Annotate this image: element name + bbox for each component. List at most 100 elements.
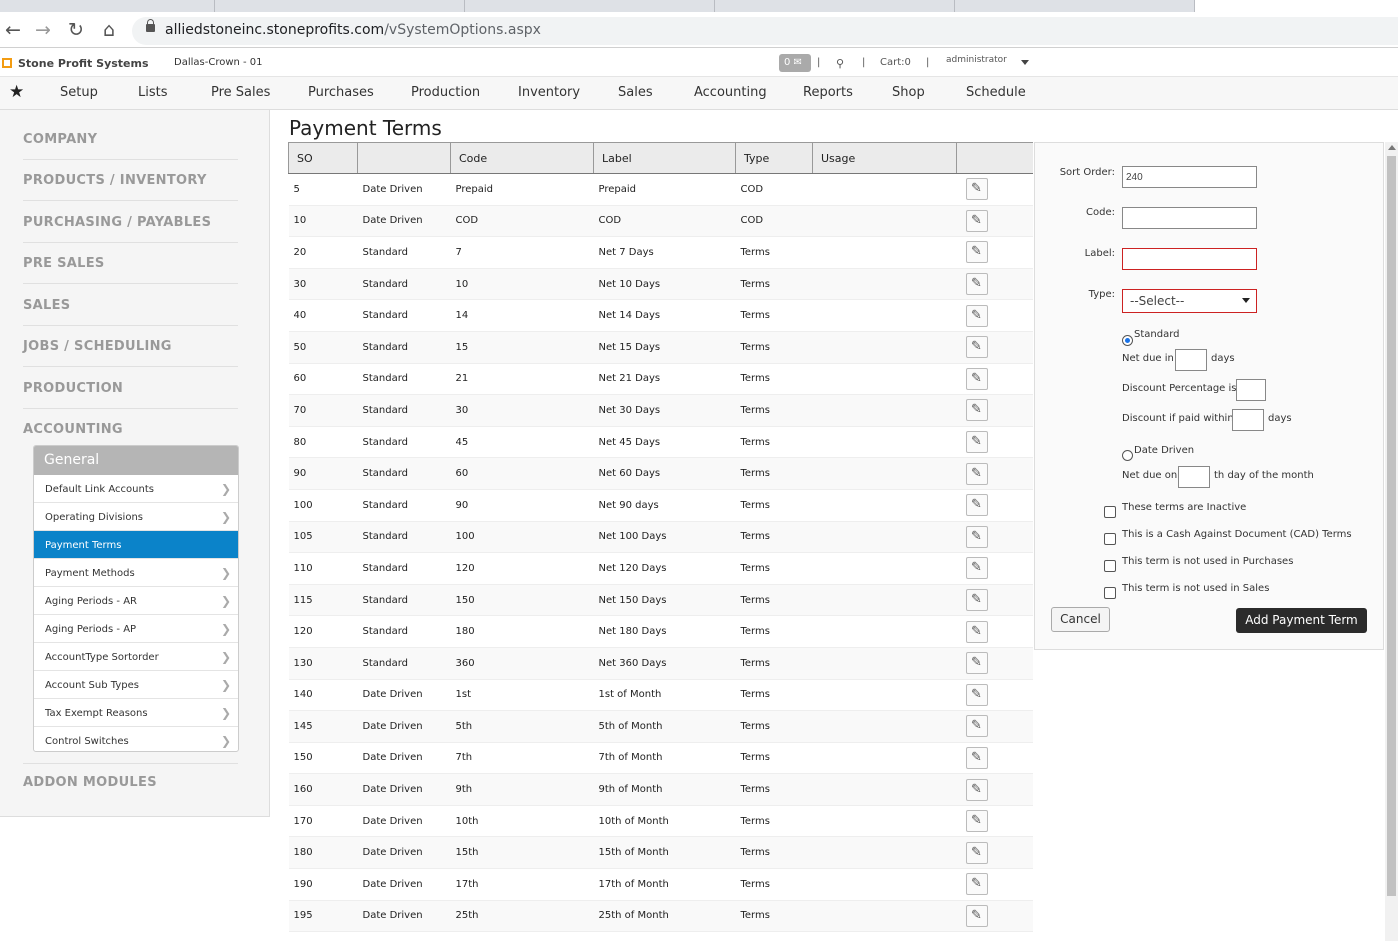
column-header-so[interactable]: SO [288,142,358,174]
scrollbar[interactable] [1385,142,1398,941]
edit-pencil-icon[interactable]: ✎ [965,652,988,675]
sidebar-item-tax-exempt-reasons[interactable]: Tax Exempt Reasons ❯ [34,699,238,727]
sidebar-item-operating-divisions[interactable]: Operating Divisions ❯ [34,503,238,531]
sidebar-category-purchasing-payables[interactable]: PURCHASING / PAYABLES [23,215,211,230]
standard-radio[interactable] [1122,335,1133,346]
sidebar-item-payment-terms[interactable]: Payment Terms [34,531,238,559]
reload-icon[interactable]: ↻ [64,18,88,42]
menu-schedule[interactable]: Schedule [966,85,1026,100]
edit-pencil-icon[interactable]: ✎ [965,241,988,264]
discount-days-input[interactable] [1232,409,1264,431]
sidebar-category-production[interactable]: PRODUCTION [23,381,123,396]
location-selector[interactable]: Dallas-Crown - 01 [174,57,263,68]
edit-pencil-icon[interactable]: ✎ [965,904,988,927]
sidebar-item-account-sub-types[interactable]: Account Sub Types ❯ [34,671,238,699]
menu-inventory[interactable]: Inventory [518,85,580,100]
forward-arrow-icon[interactable]: → [31,18,55,42]
menu-production[interactable]: Production [411,85,480,100]
browser-tab[interactable] [215,0,465,12]
sidebar-category-jobs-scheduling[interactable]: JOBS / SCHEDULING [23,339,172,354]
not-used-sales-checkbox[interactable] [1104,587,1116,599]
edit-pencil-icon[interactable]: ✎ [965,399,988,422]
menu-setup[interactable]: Setup [60,85,98,100]
label-input[interactable] [1122,248,1257,270]
menu-shop[interactable]: Shop [892,85,925,100]
column-header-code[interactable]: Code [450,142,594,174]
edit-pencil-icon[interactable]: ✎ [965,810,988,833]
menu-pre-sales[interactable]: Pre Sales [211,85,270,100]
menu-lists[interactable]: Lists [138,85,168,100]
edit-pencil-icon[interactable]: ✎ [965,873,988,896]
favorites-star-icon[interactable]: ★ [9,82,24,102]
edit-pencil-icon[interactable]: ✎ [965,525,988,548]
inactive-checkbox[interactable] [1104,506,1116,518]
url-input[interactable]: alliedstoneinc.stoneprofits.com/vSystemO… [132,17,1398,45]
cell-type: COD [735,205,813,238]
cell-kind: Date Driven [357,173,451,206]
edit-pencil-icon[interactable]: ✎ [965,715,988,738]
sort-order-input[interactable] [1122,166,1257,188]
sidebar-category-addon-modules[interactable]: ADDON MODULES [23,775,157,790]
edit-pencil-icon[interactable]: ✎ [965,178,988,201]
edit-pencil-icon[interactable]: ✎ [965,589,988,612]
code-input[interactable] [1122,207,1257,229]
column-header-usage[interactable]: Usage [812,142,957,174]
edit-pencil-icon[interactable]: ✎ [965,462,988,485]
edit-pencil-icon[interactable]: ✎ [965,431,988,454]
search-icon[interactable]: ⚲ [836,57,844,70]
sidebar-item-aging-periods-ap[interactable]: Aging Periods - AP ❯ [34,615,238,643]
back-arrow-icon[interactable]: ← [1,18,25,42]
scroll-up-icon[interactable] [1388,145,1396,150]
sidebar-item-payment-methods[interactable]: Payment Methods ❯ [34,559,238,587]
sidebar-item-default-link-accounts[interactable]: Default Link Accounts ❯ [34,475,238,503]
edit-pencil-icon[interactable]: ✎ [965,367,988,390]
user-menu[interactable]: administrator [946,55,1007,65]
sidebar-item-accounttype-sortorder[interactable]: AccountType Sortorder ❯ [34,643,238,671]
menu-purchases[interactable]: Purchases [308,85,374,100]
browser-tab-active[interactable] [1195,0,1398,12]
menu-reports[interactable]: Reports [803,85,853,100]
column-header-label[interactable]: Label [593,142,736,174]
edit-pencil-icon[interactable]: ✎ [965,746,988,769]
edit-pencil-icon[interactable]: ✎ [965,841,988,864]
sidebar-item-aging-periods-ar[interactable]: Aging Periods - AR ❯ [34,587,238,615]
cell-type: Terms [735,268,813,301]
edit-pencil-icon[interactable]: ✎ [965,273,988,296]
menu-accounting[interactable]: Accounting [694,85,767,100]
discount-percentage-input[interactable] [1236,379,1266,401]
edit-pencil-icon[interactable]: ✎ [965,304,988,327]
home-icon[interactable]: ⌂ [97,18,121,42]
messages-button[interactable]: 0 ✉ [779,54,811,72]
net-due-days-input[interactable] [1175,349,1207,371]
sidebar-item-control-switches[interactable]: Control Switches ❯ [34,727,238,751]
type-select[interactable]: --Select-- [1122,289,1257,313]
browser-tab[interactable] [0,0,215,12]
edit-pencil-icon[interactable]: ✎ [965,620,988,643]
add-payment-term-button[interactable]: Add Payment Term [1236,608,1367,633]
edit-pencil-icon[interactable]: ✎ [965,683,988,706]
edit-pencil-icon[interactable]: ✎ [965,494,988,517]
column-header-type[interactable]: Type [735,142,813,174]
sidebar-category-pre-sales[interactable]: PRE SALES [23,256,105,271]
browser-tab[interactable] [715,0,955,12]
scrollbar-thumb[interactable] [1387,156,1396,896]
sidebar-category-accounting[interactable]: ACCOUNTING [23,422,123,437]
edit-pencil-icon[interactable]: ✎ [965,336,988,359]
cancel-button[interactable]: Cancel [1051,607,1110,632]
edit-pencil-icon[interactable]: ✎ [965,209,988,232]
cad-checkbox[interactable] [1104,533,1116,545]
user-dropdown-icon[interactable] [1021,60,1029,65]
not-used-purchases-checkbox[interactable] [1104,560,1116,572]
net-due-on-day-input[interactable] [1178,466,1210,488]
cart-link[interactable]: Cart:0 [880,57,911,68]
sidebar-category-sales[interactable]: SALES [23,298,70,313]
edit-pencil-icon[interactable]: ✎ [965,557,988,580]
edit-pencil-icon[interactable]: ✎ [965,778,988,801]
browser-tab[interactable] [465,0,715,12]
menu-sales[interactable]: Sales [618,85,653,100]
cell-code: 60 [450,457,594,490]
sidebar-category-products-inventory[interactable]: PRODUCTS / INVENTORY [23,173,207,188]
date-driven-radio[interactable] [1122,450,1133,461]
browser-tab[interactable] [955,0,1195,12]
sidebar-category-company[interactable]: COMPANY [23,132,97,147]
